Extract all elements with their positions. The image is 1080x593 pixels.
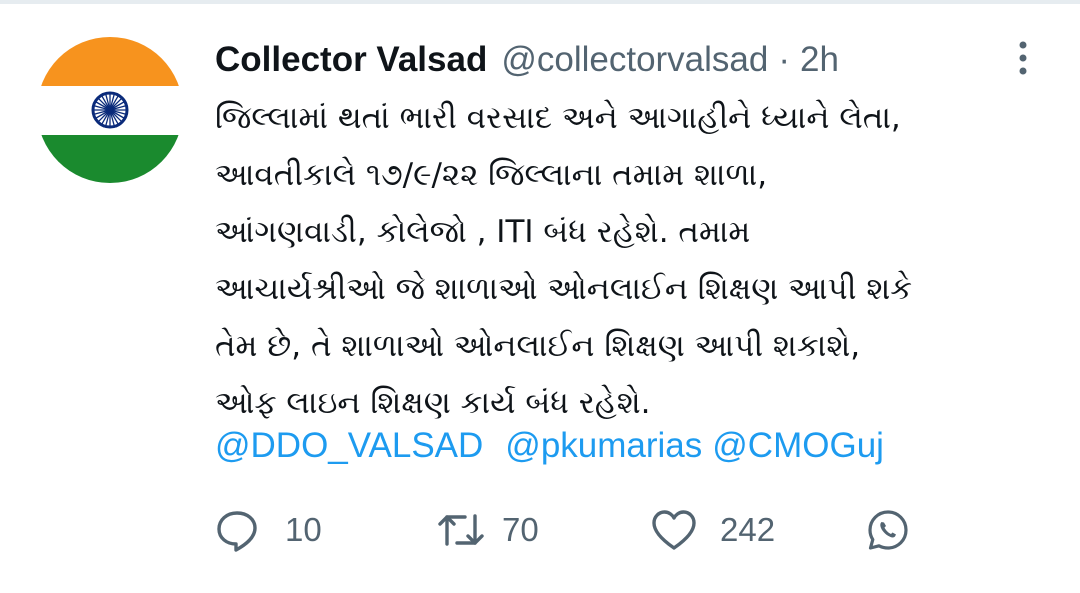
- tweet-time[interactable]: 2h: [800, 40, 839, 80]
- separator-dot: ·: [778, 40, 791, 79]
- tweet-body: જિલ્લામાં થતાં ભારી વરસાદ અને આગાહીને ધ્…: [215, 90, 1065, 432]
- reply-count: 10: [285, 511, 322, 548]
- tweet-text-line: આંગણવાડી, કોલેજો , ITI બંધ રહેશે. તમામ: [215, 214, 751, 250]
- tweet-text-line: જિલ્લામાં થતાં ભારી વરસાદ અને આગાહીને ધ્…: [215, 100, 901, 136]
- avatar[interactable]: [37, 37, 183, 183]
- author-handle[interactable]: @collectorvalsad: [501, 40, 768, 80]
- top-divider: [0, 0, 1080, 4]
- tweet-header: Collector Valsad @collectorvalsad · 2h: [215, 38, 839, 82]
- tweet-text-line: ઓફ લાઇન શિક્ષણ કાર્ય બંધ રહેશે.: [215, 385, 651, 421]
- tweet-text-line: આચાર્યશ્રીઓ જે શાળાઓ ઓનલાઈન શિક્ષણ આપી શ…: [215, 271, 913, 307]
- author-name[interactable]: Collector Valsad: [215, 40, 487, 80]
- like-count: 242: [720, 511, 776, 548]
- retweet-count: 70: [502, 511, 539, 548]
- more-options-icon[interactable]: [1008, 38, 1038, 78]
- action-bar: 10 70 242: [0, 505, 1080, 555]
- heart-icon: [652, 510, 696, 550]
- like-button[interactable]: 242: [650, 505, 775, 555]
- mention-link-cmoguj[interactable]: @CMOGuj: [712, 426, 884, 466]
- mention-link-pkumarias[interactable]: @pkumarias: [505, 426, 702, 466]
- share-whatsapp-button[interactable]: [866, 505, 910, 555]
- tweet-text-line: તેમ છે, તે શાળાઓ ઓનલાઈન શિક્ષણ આપી શકાશે…: [215, 328, 861, 364]
- reply-button[interactable]: 10: [215, 505, 322, 555]
- whatsapp-icon: [868, 510, 908, 550]
- retweet-button[interactable]: 70: [438, 505, 539, 555]
- reply-icon: [217, 511, 257, 552]
- mention-link-ddo-valsad[interactable]: @DDO_VALSAD: [215, 426, 483, 466]
- india-flag-icon: [37, 37, 183, 183]
- retweet-icon: [438, 514, 484, 546]
- mentions-row: @DDO_VALSAD @pkumarias @CMOGuj: [215, 426, 884, 466]
- tweet-text-line: આવતીકાલે ૧૭/૯/૨૨ જિલ્લાના તમામ શાળા,: [215, 157, 768, 193]
